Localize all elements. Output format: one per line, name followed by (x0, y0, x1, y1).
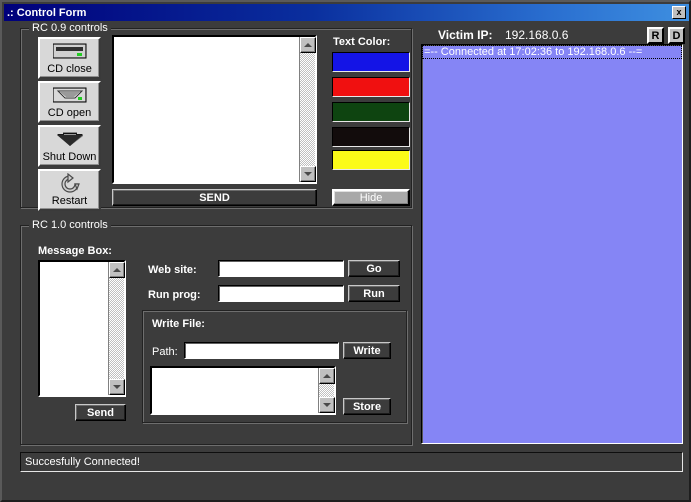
scroll-down-button[interactable] (109, 379, 125, 395)
shutdown-arrow-icon (53, 130, 87, 150)
restart-circular-arrow-icon (57, 174, 83, 194)
go-label: Go (366, 263, 381, 275)
write-file-label: Write File: (152, 318, 205, 330)
shutdown-label: Shut Down (43, 151, 97, 163)
color-swatch-red[interactable] (332, 77, 410, 97)
message-box-textarea[interactable] (38, 260, 126, 397)
cd-close-label: CD close (47, 63, 92, 75)
title-bar: .: Control Form x (4, 4, 689, 21)
broadcast-message-textarea[interactable] (112, 35, 317, 184)
hide-label: Hide (360, 192, 383, 204)
send-message-label: Send (87, 407, 114, 419)
file-content-scrollbar[interactable] (318, 368, 334, 413)
message-box-scrollbar[interactable] (108, 262, 124, 395)
color-swatch-green[interactable] (332, 102, 410, 122)
list-item[interactable]: =-- Connected at 17:02:36 to 192.168.0.6… (422, 45, 682, 59)
scroll-up-button[interactable] (300, 37, 316, 53)
send-message-button[interactable]: Send (75, 404, 126, 421)
hide-button[interactable]: Hide (332, 189, 410, 206)
broadcast-message-scrollbar[interactable] (299, 37, 315, 182)
store-button[interactable]: Store (343, 398, 391, 415)
text-color-label: Text Color: (333, 36, 390, 48)
restart-label: Restart (52, 195, 87, 207)
color-swatch-blue[interactable] (332, 52, 410, 72)
send-broadcast-button[interactable]: SEND (112, 189, 317, 206)
r-button[interactable]: R (647, 27, 664, 44)
arrow-up-icon (304, 43, 312, 47)
d-label: D (673, 30, 681, 42)
cd-open-label: CD open (48, 107, 91, 119)
group-rc09-label: RC 0.9 controls (29, 22, 111, 34)
broadcast-message-text[interactable] (114, 37, 299, 182)
arrow-down-icon (323, 403, 331, 407)
run-button[interactable]: Run (348, 285, 400, 302)
website-input[interactable] (218, 260, 344, 277)
victim-ip-value: 192.168.0.6 (505, 28, 568, 42)
group-rc10-label: RC 1.0 controls (29, 219, 111, 231)
shutdown-button[interactable]: Shut Down (38, 125, 101, 167)
r-label: R (652, 30, 660, 42)
runprog-label: Run prog: (148, 289, 201, 301)
arrow-down-icon (113, 385, 121, 389)
scroll-up-button[interactable] (319, 368, 335, 384)
cd-drive-closed-icon (53, 42, 87, 62)
control-form-window: .: Control Form x RC 0.9 controls CD clo… (0, 0, 691, 502)
message-box-label: Message Box: (38, 245, 112, 257)
website-label: Web site: (148, 264, 197, 276)
close-icon: x (676, 8, 681, 17)
write-button[interactable]: Write (343, 342, 391, 359)
status-text: Succesfully Connected! (25, 456, 140, 468)
send-broadcast-label: SEND (199, 192, 230, 204)
close-button[interactable]: x (672, 6, 686, 19)
color-swatch-yellow[interactable] (332, 150, 410, 170)
status-bar: Succesfully Connected! (20, 452, 683, 472)
go-button[interactable]: Go (348, 260, 400, 277)
store-label: Store (353, 401, 381, 413)
restart-button[interactable]: Restart (38, 169, 101, 211)
write-label: Write (353, 345, 380, 357)
scroll-down-button[interactable] (319, 397, 335, 413)
file-content-textarea[interactable] (150, 366, 336, 415)
connection-log-list[interactable]: =-- Connected at 17:02:36 to 192.168.0.6… (421, 44, 683, 444)
cd-drive-open-icon (53, 86, 87, 106)
runprog-input[interactable] (218, 285, 344, 302)
path-input[interactable] (184, 342, 339, 359)
message-box-text[interactable] (40, 262, 108, 395)
file-content-text[interactable] (152, 368, 318, 413)
arrow-up-icon (113, 268, 121, 272)
cd-close-button[interactable]: CD close (38, 37, 101, 79)
scroll-down-button[interactable] (300, 166, 316, 182)
path-label: Path: (152, 346, 178, 358)
window-title: .: Control Form (4, 7, 86, 19)
d-button[interactable]: D (668, 27, 685, 44)
scroll-up-button[interactable] (109, 262, 125, 278)
victim-ip-label: Victim IP: (438, 28, 492, 42)
cd-open-button[interactable]: CD open (38, 81, 101, 123)
arrow-down-icon (304, 172, 312, 176)
color-swatch-black[interactable] (332, 127, 410, 147)
arrow-up-icon (323, 374, 331, 378)
run-label: Run (363, 288, 384, 300)
